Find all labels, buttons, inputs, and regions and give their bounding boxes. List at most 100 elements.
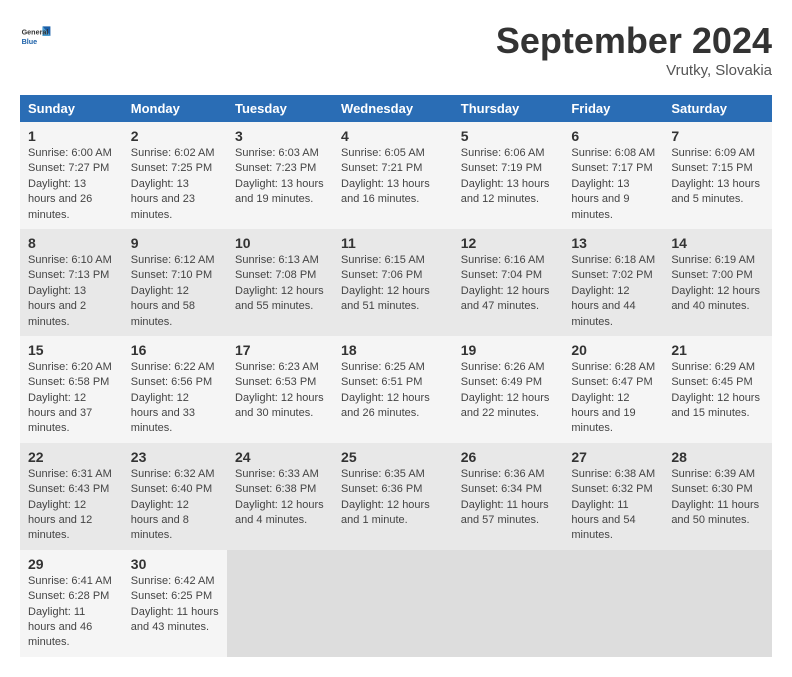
col-saturday: Saturday — [663, 95, 772, 122]
calendar-cell — [563, 550, 663, 657]
cell-content: Sunrise: 6:02 AMSunset: 7:25 PMDaylight:… — [131, 146, 219, 223]
cell-content: Sunrise: 6:39 AMSunset: 6:30 PMDaylight:… — [671, 467, 764, 529]
day-number: 15 — [28, 342, 115, 358]
cell-content: Sunrise: 6:13 AMSunset: 7:08 PMDaylight:… — [235, 253, 325, 315]
calendar-cell: 25 Sunrise: 6:35 AMSunset: 6:36 PMDayligh… — [333, 443, 453, 550]
page-header: General Blue September 2024 Vrutky, Slov… — [20, 20, 772, 79]
day-number: 20 — [571, 342, 655, 358]
calendar-week-row: 29 Sunrise: 6:41 AMSunset: 6:28 PMDayligh… — [20, 550, 772, 657]
calendar-week-row: 22Sunrise: 6:31 AMSunset: 6:43 PMDayligh… — [20, 443, 772, 550]
calendar-cell: 14 Sunrise: 6:19 AMSunset: 7:00 PMDayligh… — [663, 229, 772, 336]
calendar-cell — [663, 550, 772, 657]
day-number: 1 — [28, 128, 115, 144]
day-number: 5 — [461, 128, 556, 144]
location: Vrutky, Slovakia — [496, 62, 772, 79]
day-number: 24 — [235, 449, 325, 465]
cell-content: Sunrise: 6:03 AMSunset: 7:23 PMDaylight:… — [235, 146, 325, 208]
cell-content: Sunrise: 6:31 AMSunset: 6:43 PMDaylight:… — [28, 467, 115, 544]
calendar-cell: 12 Sunrise: 6:16 AMSunset: 7:04 PMDayligh… — [453, 229, 564, 336]
cell-content: Sunrise: 6:35 AMSunset: 6:36 PMDaylight:… — [341, 467, 445, 529]
cell-content: Sunrise: 6:05 AMSunset: 7:21 PMDaylight:… — [341, 146, 445, 208]
calendar-week-row: 15 Sunrise: 6:20 AMSunset: 6:58 PMDayligh… — [20, 336, 772, 443]
day-number: 13 — [571, 235, 655, 251]
cell-content: Sunrise: 6:18 AMSunset: 7:02 PMDaylight:… — [571, 253, 655, 330]
col-sunday: Sunday — [20, 95, 123, 122]
col-monday: Monday — [123, 95, 227, 122]
cell-content: Sunrise: 6:22 AMSunset: 6:56 PMDaylight:… — [131, 360, 219, 437]
calendar-cell: 10 Sunrise: 6:13 AMSunset: 7:08 PMDayligh… — [227, 229, 333, 336]
day-number: 23 — [131, 449, 219, 465]
calendar-cell: 7Sunrise: 6:09 AMSunset: 7:15 PMDaylight… — [663, 122, 772, 229]
day-number: 30 — [131, 556, 219, 572]
cell-content: Sunrise: 6:19 AMSunset: 7:00 PMDaylight:… — [671, 253, 764, 315]
cell-content: Sunrise: 6:06 AMSunset: 7:19 PMDaylight:… — [461, 146, 556, 208]
cell-content: Sunrise: 6:32 AMSunset: 6:40 PMDaylight:… — [131, 467, 219, 544]
day-number: 9 — [131, 235, 219, 251]
cell-content: Sunrise: 6:15 AMSunset: 7:06 PMDaylight:… — [341, 253, 445, 315]
day-number: 25 — [341, 449, 445, 465]
calendar-cell: 5 Sunrise: 6:06 AMSunset: 7:19 PMDaylight… — [453, 122, 564, 229]
day-number: 10 — [235, 235, 325, 251]
cell-content: Sunrise: 6:09 AMSunset: 7:15 PMDaylight:… — [671, 146, 764, 208]
cell-content: Sunrise: 6:38 AMSunset: 6:32 PMDaylight:… — [571, 467, 655, 544]
cell-content: Sunrise: 6:41 AMSunset: 6:28 PMDaylight:… — [28, 574, 115, 651]
day-number: 12 — [461, 235, 556, 251]
calendar-cell: 19Sunrise: 6:26 AMSunset: 6:49 PMDayligh… — [453, 336, 564, 443]
title-block: September 2024 Vrutky, Slovakia — [496, 20, 772, 79]
col-wednesday: Wednesday — [333, 95, 453, 122]
calendar-cell: 4 Sunrise: 6:05 AMSunset: 7:21 PMDaylight… — [333, 122, 453, 229]
calendar-cell — [333, 550, 453, 657]
calendar-cell: 3 Sunrise: 6:03 AMSunset: 7:23 PMDaylight… — [227, 122, 333, 229]
day-number: 29 — [28, 556, 115, 572]
calendar-cell: 23 Sunrise: 6:32 AMSunset: 6:40 PMDayligh… — [123, 443, 227, 550]
calendar-cell: 9 Sunrise: 6:12 AMSunset: 7:10 PMDaylight… — [123, 229, 227, 336]
calendar-week-row: 1Sunrise: 6:00 AMSunset: 7:27 PMDaylight… — [20, 122, 772, 229]
calendar-cell: 21 Sunrise: 6:29 AMSunset: 6:45 PMDayligh… — [663, 336, 772, 443]
calendar-cell: 1Sunrise: 6:00 AMSunset: 7:27 PMDaylight… — [20, 122, 123, 229]
svg-text:Blue: Blue — [22, 37, 38, 46]
cell-content: Sunrise: 6:36 AMSunset: 6:34 PMDaylight:… — [461, 467, 556, 529]
day-number: 4 — [341, 128, 445, 144]
cell-content: Sunrise: 6:08 AMSunset: 7:17 PMDaylight:… — [571, 146, 655, 223]
calendar-week-row: 8Sunrise: 6:10 AMSunset: 7:13 PMDaylight… — [20, 229, 772, 336]
calendar-cell: 8Sunrise: 6:10 AMSunset: 7:13 PMDaylight… — [20, 229, 123, 336]
day-number: 21 — [671, 342, 764, 358]
cell-content: Sunrise: 6:28 AMSunset: 6:47 PMDaylight:… — [571, 360, 655, 437]
day-number: 27 — [571, 449, 655, 465]
calendar-header-row: Sunday Monday Tuesday Wednesday Thursday… — [20, 95, 772, 122]
calendar-cell: 27 Sunrise: 6:38 AMSunset: 6:32 PMDayligh… — [563, 443, 663, 550]
month-title: September 2024 — [496, 20, 772, 62]
calendar-cell: 15 Sunrise: 6:20 AMSunset: 6:58 PMDayligh… — [20, 336, 123, 443]
calendar-cell: 17 Sunrise: 6:23 AMSunset: 6:53 PMDayligh… — [227, 336, 333, 443]
cell-content: Sunrise: 6:16 AMSunset: 7:04 PMDaylight:… — [461, 253, 556, 315]
calendar-cell: 13 Sunrise: 6:18 AMSunset: 7:02 PMDayligh… — [563, 229, 663, 336]
logo: General Blue — [20, 20, 52, 52]
cell-content: Sunrise: 6:12 AMSunset: 7:10 PMDaylight:… — [131, 253, 219, 330]
calendar-cell — [227, 550, 333, 657]
cell-content: Sunrise: 6:26 AMSunset: 6:49 PMDaylight:… — [461, 360, 556, 422]
calendar-cell: 18 Sunrise: 6:25 AMSunset: 6:51 PMDayligh… — [333, 336, 453, 443]
cell-content: Sunrise: 6:10 AMSunset: 7:13 PMDaylight:… — [28, 253, 115, 330]
svg-text:General: General — [22, 27, 49, 36]
cell-content: Sunrise: 6:23 AMSunset: 6:53 PMDaylight:… — [235, 360, 325, 422]
day-number: 18 — [341, 342, 445, 358]
logo-icon: General Blue — [20, 20, 52, 52]
day-number: 14 — [671, 235, 764, 251]
cell-content: Sunrise: 6:29 AMSunset: 6:45 PMDaylight:… — [671, 360, 764, 422]
cell-content: Sunrise: 6:25 AMSunset: 6:51 PMDaylight:… — [341, 360, 445, 422]
day-number: 16 — [131, 342, 219, 358]
calendar-cell: 24Sunrise: 6:33 AMSunset: 6:38 PMDayligh… — [227, 443, 333, 550]
calendar-cell: 22Sunrise: 6:31 AMSunset: 6:43 PMDayligh… — [20, 443, 123, 550]
calendar-cell: 6Sunrise: 6:08 AMSunset: 7:17 PMDaylight… — [563, 122, 663, 229]
cell-content: Sunrise: 6:20 AMSunset: 6:58 PMDaylight:… — [28, 360, 115, 437]
col-thursday: Thursday — [453, 95, 564, 122]
calendar-cell: 30Sunrise: 6:42 AMSunset: 6:25 PMDayligh… — [123, 550, 227, 657]
day-number: 17 — [235, 342, 325, 358]
calendar-cell: 16 Sunrise: 6:22 AMSunset: 6:56 PMDayligh… — [123, 336, 227, 443]
calendar-cell: 11 Sunrise: 6:15 AMSunset: 7:06 PMDayligh… — [333, 229, 453, 336]
calendar-cell — [453, 550, 564, 657]
day-number: 2 — [131, 128, 219, 144]
day-number: 3 — [235, 128, 325, 144]
calendar-cell: 26Sunrise: 6:36 AMSunset: 6:34 PMDayligh… — [453, 443, 564, 550]
day-number: 11 — [341, 235, 445, 251]
